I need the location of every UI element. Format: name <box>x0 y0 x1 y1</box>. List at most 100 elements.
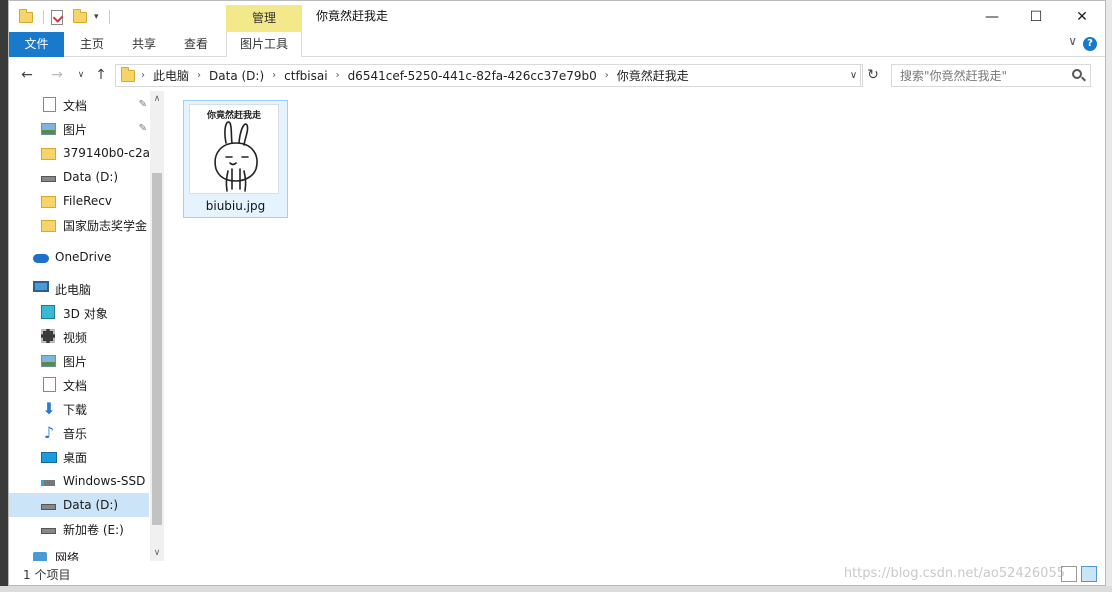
search-box[interactable] <box>891 64 1091 87</box>
breadcrumb-separator[interactable]: › <box>603 70 611 81</box>
nav-item-pictures-pinned[interactable]: 图片 ✎ <box>9 117 149 141</box>
nav-item-new-volume-e[interactable]: 新加卷 (E:) <box>9 517 149 541</box>
navigation-pane: 文档 ✎ 图片 ✎ 379140b0-c2aa Data (D:) FileRe… <box>9 91 164 561</box>
nav-item-label: 文档 <box>63 378 88 393</box>
breadcrumb-this-pc[interactable]: 此电脑 <box>147 67 195 84</box>
this-pc-icon <box>33 281 49 297</box>
nav-item-label: 音乐 <box>63 426 88 441</box>
drive-icon <box>41 169 57 185</box>
back-button[interactable]: ← <box>17 64 37 86</box>
breadcrumb-current-folder[interactable]: 你竟然赶我走 <box>611 67 695 84</box>
tab-manage[interactable]: 管理 <box>226 5 302 32</box>
videos-icon <box>41 329 57 345</box>
scroll-down-arrow-icon[interactable]: ∨ <box>150 545 164 561</box>
nav-item-network[interactable]: 网络 <box>9 549 149 561</box>
title-separator <box>43 10 44 24</box>
breadcrumb-ctfbisai[interactable]: ctfbisai <box>278 69 333 83</box>
onedrive-icon <box>33 249 49 265</box>
new-folder-icon[interactable] <box>73 7 87 27</box>
nav-item-videos[interactable]: 视频 <box>9 325 149 349</box>
downloads-icon: ⬇ <box>42 399 56 418</box>
search-input[interactable] <box>900 65 1070 86</box>
status-bar: 1 个项目 https://blog.csdn.net/ao52426055 <box>9 563 1105 585</box>
nav-item-label: 下载 <box>63 402 88 417</box>
tab-home[interactable]: 主页 <box>69 32 115 57</box>
address-dropdown-icon[interactable]: ∨ <box>845 64 863 87</box>
folder-icon <box>41 217 57 233</box>
breadcrumb-guid-folder[interactable]: d6541cef-5250-441c-82fa-426cc37e79b0 <box>342 69 603 83</box>
breadcrumb-data-drive[interactable]: Data (D:) <box>203 69 270 83</box>
nav-item-scholarship-folder[interactable]: 国家励志奖学金 <box>9 213 149 237</box>
nav-item-windows-ssd[interactable]: Windows-SSD <box>9 469 149 493</box>
nav-item-label: 国家励志奖学金 <box>63 218 148 233</box>
search-icon[interactable] <box>1072 69 1082 79</box>
refresh-icon[interactable]: ↻ <box>863 64 883 86</box>
navigation-bar: ← → ∨ ↑ › 此电脑 › Data (D:) › ctfbisai › d… <box>9 61 1105 89</box>
nav-item-label: 图片 <box>63 122 88 137</box>
expand-ribbon-icon[interactable]: ∨ <box>1068 34 1077 48</box>
recent-locations-dropdown[interactable]: ∨ <box>71 64 91 86</box>
nav-item-label: 此电脑 <box>55 282 92 297</box>
nav-item-desktop[interactable]: 桌面 <box>9 445 149 469</box>
navpane-scrollbar[interactable]: ∧ ∨ <box>150 91 164 561</box>
nav-item-label: 桌面 <box>63 450 88 465</box>
breadcrumb-separator[interactable]: › <box>195 70 203 81</box>
maximize-button[interactable]: ☐ <box>1013 1 1059 32</box>
ssd-drive-icon <box>41 473 57 489</box>
nav-item-downloads[interactable]: ⬇ 下载 <box>9 397 149 421</box>
file-item[interactable]: 你竟然赶我走 biubiu.jpg <box>183 100 288 218</box>
title-bar: ▾ 管理 你竟然赶我走 — ☐ ✕ <box>9 1 1105 32</box>
nav-item-filerecv[interactable]: FileRecv <box>9 189 149 213</box>
nav-item-label: Data (D:) <box>63 170 119 184</box>
quick-access-folder-icon <box>19 7 33 27</box>
scroll-up-arrow-icon[interactable]: ∧ <box>150 91 164 107</box>
nav-item-label: 文档 <box>63 98 88 113</box>
desktop-icon <box>41 449 57 465</box>
forward-button[interactable]: → <box>47 64 67 86</box>
ribbon-tabs: 文件 主页 共享 查看 图片工具 ∨ ? <box>9 32 1105 57</box>
breadcrumb-separator[interactable]: › <box>270 70 278 81</box>
nav-item-music[interactable]: ♪ 音乐 <box>9 421 149 445</box>
address-bar[interactable]: › 此电脑 › Data (D:) › ctfbisai › d6541cef-… <box>115 64 861 87</box>
nav-item-this-pc[interactable]: 此电脑 <box>9 277 149 301</box>
details-view-icon[interactable] <box>1061 566 1077 582</box>
pin-icon[interactable]: ✎ <box>139 99 147 110</box>
tab-share[interactable]: 共享 <box>121 32 167 57</box>
drive-icon <box>41 497 57 513</box>
breadcrumb-separator[interactable]: › <box>334 70 342 81</box>
nav-item-onedrive[interactable]: OneDrive <box>9 245 149 269</box>
properties-icon[interactable] <box>51 7 63 27</box>
scroll-thumb[interactable] <box>152 173 162 525</box>
tab-view[interactable]: 查看 <box>173 32 219 57</box>
folder-icon <box>41 145 57 161</box>
minimize-button[interactable]: — <box>969 1 1015 32</box>
document-icon <box>41 377 57 393</box>
file-explorer-window: ▾ 管理 你竟然赶我走 — ☐ ✕ 文件 主页 共享 查看 图片工具 ∨ ? ←… <box>8 0 1106 586</box>
title-separator <box>109 10 110 24</box>
nav-item-documents[interactable]: 文档 <box>9 373 149 397</box>
breadcrumb-separator[interactable]: › <box>139 70 147 81</box>
nav-item-data-drive[interactable]: Data (D:) <box>9 493 149 517</box>
nav-item-pictures[interactable]: 图片 <box>9 349 149 373</box>
close-button[interactable]: ✕ <box>1059 1 1105 32</box>
nav-item-folder-379140b0[interactable]: 379140b0-c2aa <box>9 141 149 165</box>
tab-file[interactable]: 文件 <box>9 32 64 57</box>
large-icons-view-icon[interactable] <box>1081 566 1097 582</box>
watermark-text: https://blog.csdn.net/ao52426055 <box>843 566 1065 581</box>
nav-item-label: Windows-SSD <box>63 474 146 488</box>
nav-item-label: 视频 <box>63 330 88 345</box>
pin-icon[interactable]: ✎ <box>139 123 147 134</box>
nav-item-label: 新加卷 (E:) <box>63 522 124 537</box>
nav-item-data-drive-quick[interactable]: Data (D:) <box>9 165 149 189</box>
file-name: biubiu.jpg <box>205 199 266 213</box>
nav-item-3d-objects[interactable]: 3D 对象 <box>9 301 149 325</box>
help-icon[interactable]: ? <box>1083 37 1097 51</box>
customize-toolbar-dropdown-icon[interactable]: ▾ <box>94 7 99 27</box>
nav-item-label: 3D 对象 <box>63 306 108 321</box>
up-button[interactable]: ↑ <box>91 64 111 86</box>
nav-item-documents-pinned[interactable]: 文档 ✎ <box>9 93 149 117</box>
address-folder-icon <box>121 67 135 83</box>
pictures-icon <box>41 121 57 137</box>
tab-picture-tools[interactable]: 图片工具 <box>226 32 302 57</box>
3d-objects-icon <box>41 305 57 321</box>
